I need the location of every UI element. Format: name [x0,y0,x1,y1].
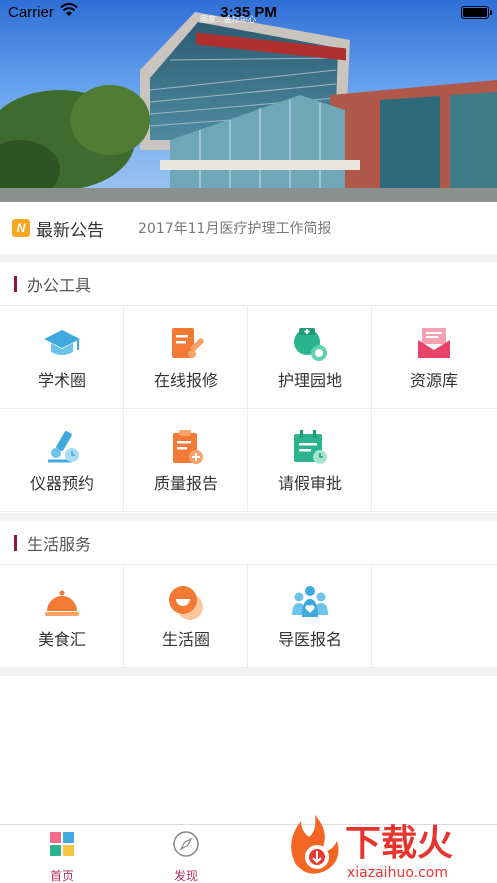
mail-inbox-icon [418,328,450,358]
watermark-domain: xiazaihuo.com [347,865,448,881]
announcement-title: 最新公告 [36,220,104,241]
tool-leave-approval[interactable]: 请假审批 [248,409,372,512]
food-cloche-icon [45,590,79,616]
watermark-logo: 下载火 xiazaihuo.com [281,811,491,881]
empty-cell [372,409,497,512]
tool-academic-circle[interactable]: 学术圈 [0,306,124,409]
service-life-circle[interactable]: 生活圈 [124,565,248,668]
status-time: 3:35 PM [220,4,277,21]
flame-logo-icon: 下载火 xiazaihuo.com [291,815,453,881]
tool-label: 护理园地 [277,371,342,390]
service-guide-signup[interactable]: 导医报名 [248,565,372,668]
section-title: 办公工具 [27,275,92,295]
smile-circle-icon [169,586,203,620]
office-tools-grid: 学术圈 在线报修 护理园地 资源库 仪器预约 质量报告 请假审批 [0,306,497,513]
section-marker [14,534,17,551]
service-label: 导医报名 [277,630,342,649]
tab-home[interactable]: 首页 [22,831,102,883]
clipboard-plus-icon [173,430,203,464]
tool-label: 质量报告 [153,474,218,493]
status-bar: Carrier 3:35 PM [0,0,497,26]
tool-label: 仪器预约 [29,474,94,493]
hospital-building-photo: 国家…医疗中心 [0,12,497,202]
tool-label: 在线报修 [153,371,218,390]
divider [0,254,497,262]
tab-label: 发现 [173,869,198,883]
section-title: 生活服务 [27,534,92,554]
tool-instrument-booking[interactable]: 仪器预约 [0,409,124,512]
tool-nursing-garden[interactable]: 护理园地 [248,306,372,409]
home-grid-icon [50,832,74,856]
life-services-header: 生活服务 [0,521,497,565]
service-food[interactable]: 美食汇 [0,565,124,668]
office-tools-header: 办公工具 [0,262,497,306]
people-group-icon [292,586,328,617]
announcement-headline[interactable]: 2017年11月医疗护理工作简报 [138,218,331,238]
compass-icon [173,831,199,857]
graduation-cap-icon [44,330,80,355]
service-label: 美食汇 [37,630,86,649]
divider [0,668,497,676]
empty-cell [372,565,497,668]
nurse-icon [294,328,327,361]
repair-document-icon [172,328,204,358]
tab-discover[interactable]: 发现 [146,831,226,883]
service-label: 生活圈 [161,630,210,649]
tool-label: 资源库 [409,371,458,390]
watermark-brand: 下载火 [345,823,453,864]
life-services-grid: 美食汇 生活圈 导医报名 [0,565,497,668]
divider [0,513,497,521]
tool-label: 请假审批 [277,474,342,493]
tool-quality-report[interactable]: 质量报告 [124,409,248,512]
tab-label: 首页 [49,869,74,883]
battery-icon [461,6,492,19]
announcement-bar[interactable]: N 最新公告 2017年11月医疗护理工作简报 [0,202,497,254]
hero-banner[interactable]: 国家…医疗中心 [0,0,497,202]
section-marker [14,275,17,292]
tool-label: 学术圈 [37,371,86,390]
calendar-clock-icon [294,430,327,464]
tool-resource-library[interactable]: 资源库 [372,306,497,409]
microscope-icon [48,431,79,463]
news-icon: N [12,219,30,237]
tool-online-repair[interactable]: 在线报修 [124,306,248,409]
